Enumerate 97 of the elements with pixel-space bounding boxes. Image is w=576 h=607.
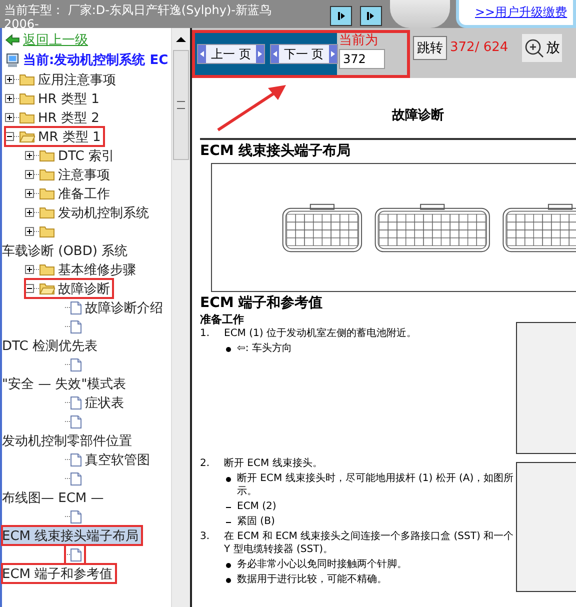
zoom-in-button[interactable]: 放 bbox=[522, 34, 562, 62]
step-number: 1. bbox=[200, 327, 211, 340]
instruction-text: 务必非常小心以免同时接触两个针脚。 bbox=[237, 558, 407, 571]
page-icon bbox=[70, 320, 82, 334]
tree-folder-item[interactable]: 准备工作 bbox=[25, 184, 113, 203]
tree-page-item[interactable]: 故障诊断介绍 bbox=[65, 298, 166, 317]
next-page-button[interactable]: 下一 页 bbox=[270, 44, 338, 64]
back-link[interactable]: 返回上一级 bbox=[23, 31, 88, 49]
folder-icon bbox=[19, 73, 35, 86]
tree-folder-item[interactable]: 注意事项 bbox=[25, 165, 113, 184]
step-number: 3. bbox=[200, 530, 211, 544]
instruction-text: 在 ECM 和 ECM 线束接头之间连接一个多路接口盒 (SST) 和一个 Y 型电缆转接器 (SST)。 bbox=[224, 530, 515, 556]
expand-icon[interactable] bbox=[25, 208, 34, 217]
page-count: 372/ 624 bbox=[450, 40, 508, 55]
folder-icon bbox=[39, 187, 55, 200]
instruction-text: 断开 ECM 线束接头。 bbox=[224, 457, 322, 470]
expand-icon[interactable] bbox=[5, 75, 14, 84]
vehicle-model-text: 当前车型： 厂家:D-东风日产轩逸(Sylphy)-新蓝鸟 2006- bbox=[3, 2, 272, 28]
tree-folder-item[interactable]: HR 类型 2 bbox=[5, 108, 102, 127]
page-icon bbox=[70, 452, 82, 466]
expand-icon[interactable] bbox=[25, 265, 34, 274]
arrow-right-icon bbox=[328, 45, 337, 63]
instruction-text: ECM (1) 位于发动机室左侧的蓄电池附近。 bbox=[224, 327, 416, 340]
expand-icon[interactable] bbox=[5, 94, 14, 103]
tree-caption[interactable]: 发动机控制零部件位置 bbox=[2, 431, 135, 450]
instruction-text: 紧固 (B) bbox=[237, 515, 275, 528]
dash-mark bbox=[226, 507, 231, 508]
annotation-arrow bbox=[216, 82, 288, 132]
section-heading: ECM 线束接头端子布局 bbox=[200, 142, 352, 160]
expand-icon[interactable] bbox=[25, 170, 34, 179]
current-page-label: 当前为 bbox=[339, 33, 379, 49]
folder-icon bbox=[19, 92, 35, 105]
tree-page-item[interactable]: 症状表 bbox=[65, 393, 127, 412]
arrow-right-icon[interactable] bbox=[330, 6, 352, 26]
section-heading: ECM 端子和参考值 bbox=[200, 294, 324, 312]
arrow-right-icon[interactable] bbox=[360, 6, 382, 26]
page-icon bbox=[70, 414, 82, 428]
expand-icon[interactable] bbox=[25, 227, 34, 236]
instruction-text: 数据用于进行比较，可能不精确。 bbox=[237, 573, 387, 586]
bullet-icon bbox=[226, 347, 231, 352]
open-folder-icon bbox=[19, 130, 35, 143]
tree-folder-item[interactable]: 应用注意事项 bbox=[5, 70, 119, 89]
computer-icon bbox=[5, 52, 20, 68]
page-icon bbox=[70, 472, 82, 486]
collapse-icon[interactable] bbox=[25, 284, 34, 293]
folder-icon bbox=[39, 206, 55, 219]
expand-icon[interactable] bbox=[25, 189, 34, 198]
folder-icon bbox=[19, 111, 35, 124]
tree-caption[interactable]: DTC 检测优先表 bbox=[2, 336, 100, 355]
page-number-field[interactable]: 372 bbox=[339, 49, 385, 69]
bullet-icon bbox=[226, 563, 231, 568]
tree-folder-item[interactable]: MR 类型 1 bbox=[5, 127, 104, 146]
folder-icon bbox=[39, 149, 55, 162]
page-icon bbox=[70, 358, 82, 372]
tree-page-item[interactable]: 真空软管图 bbox=[65, 450, 153, 469]
previous-page-button[interactable]: 上一 页 bbox=[197, 44, 265, 64]
tree-folder-item[interactable]: DTC 索引 bbox=[25, 146, 118, 165]
expand-icon[interactable] bbox=[5, 113, 14, 122]
expand-icon[interactable] bbox=[25, 151, 34, 160]
folder-icon bbox=[39, 168, 55, 181]
arrow-left-icon bbox=[198, 45, 206, 63]
open-folder-icon bbox=[39, 282, 55, 295]
tree-page-item[interactable] bbox=[65, 545, 85, 564]
page-icon bbox=[70, 396, 82, 410]
step-number: 2. bbox=[200, 457, 211, 470]
arrow-right-icon bbox=[256, 45, 264, 63]
folder-icon bbox=[39, 263, 55, 276]
page-icon bbox=[70, 300, 82, 314]
tree-caption[interactable]: 布线图— ECM — bbox=[2, 488, 107, 507]
bullet-icon bbox=[226, 578, 231, 583]
instruction-text: ECM (2) bbox=[237, 500, 276, 513]
tree-caption[interactable]: ECM 线束接头端子布局 bbox=[2, 526, 142, 545]
bullet-icon bbox=[226, 477, 231, 482]
jump-button[interactable]: 跳转 bbox=[413, 36, 447, 60]
zoom-in-icon bbox=[524, 38, 544, 58]
collapse-icon[interactable] bbox=[5, 132, 14, 141]
tree-folder-item[interactable]: 故障诊断 bbox=[25, 279, 113, 298]
instruction-text: ⇦: 车头方向 bbox=[237, 342, 292, 355]
tree-caption[interactable]: ECM 端子和参考值 bbox=[2, 564, 116, 583]
scroll-up-icon[interactable] bbox=[176, 36, 186, 42]
tree-caption[interactable]: "安全 — 失效"模式表 bbox=[2, 374, 130, 393]
document-title: 故障诊断 bbox=[390, 106, 445, 124]
dash-mark bbox=[226, 522, 231, 523]
tree-caption[interactable]: 车载诊断 (OBD) 系统 bbox=[2, 241, 131, 260]
current-section-title: 当前:发动机控制系统 EC bbox=[23, 52, 168, 69]
upgrade-link[interactable]: >>用户升级缴费 bbox=[475, 4, 568, 21]
arrow-left-icon bbox=[270, 45, 279, 63]
page-icon bbox=[70, 548, 82, 562]
instruction-text: 断开 ECM 线束接头时，尽可能地用拔杆 (1) 松开 (A)，如图所示。 bbox=[237, 472, 515, 498]
scrollbar[interactable] bbox=[171, 28, 190, 607]
tree-folder-item[interactable]: 发动机控制系统 bbox=[25, 203, 152, 222]
tree-folder-item[interactable]: HR 类型 1 bbox=[5, 89, 102, 108]
folder-icon bbox=[39, 225, 55, 238]
arrow-left-icon bbox=[5, 34, 20, 46]
page-icon bbox=[70, 510, 82, 524]
tree-folder-item[interactable]: 基本维修步骤 bbox=[25, 260, 139, 279]
subsection-heading: 准备工作 bbox=[200, 312, 245, 327]
